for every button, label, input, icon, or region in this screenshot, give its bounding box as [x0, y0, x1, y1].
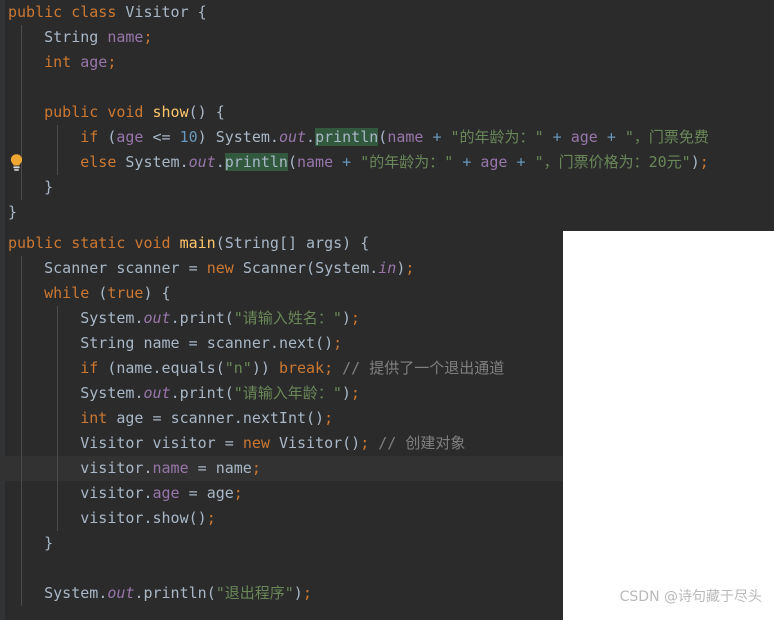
code-editor-panel-top[interactable]: public class Visitor { String name; int …	[0, 0, 774, 231]
code-line[interactable]	[0, 556, 563, 581]
code-line[interactable]	[0, 75, 774, 100]
code-line[interactable]: else System.out.println(name + "的年龄为：" +…	[0, 150, 774, 175]
code-line[interactable]: visitor.show();	[0, 506, 563, 531]
code-line[interactable]: int age = scanner.nextInt();	[0, 406, 563, 431]
code-line[interactable]: String name = scanner.next();	[0, 331, 563, 356]
code-editor-panel-bottom[interactable]: public static void main(String[] args) {…	[0, 231, 563, 620]
code-line[interactable]: System.out.println("退出程序");	[0, 581, 563, 606]
code-line[interactable]: if (age <= 10) System.out.println(name +…	[0, 125, 774, 150]
code-line[interactable]: if (name.equals("n")) break; // 提供了一个退出通…	[0, 356, 563, 381]
code-line[interactable]: System.out.print("请输入年龄：");	[0, 381, 563, 406]
code-line[interactable]: int age;	[0, 50, 774, 75]
code-line[interactable]: }	[0, 175, 774, 200]
code-line[interactable]: }	[0, 531, 563, 556]
code-line[interactable]: String name;	[0, 25, 774, 50]
code-line[interactable]: Visitor visitor = new Visitor(); // 创建对象	[0, 431, 563, 456]
code-line[interactable]: while (true) {	[0, 281, 563, 306]
code-content-top[interactable]: public class Visitor { String name; int …	[0, 0, 774, 225]
code-line[interactable]: public void show() {	[0, 100, 774, 125]
code-line[interactable]: Scanner scanner = new Scanner(System.in)…	[0, 256, 563, 281]
lightbulb-icon[interactable]	[8, 153, 25, 173]
code-line[interactable]: visitor.age = age;	[0, 481, 563, 506]
code-line[interactable]: }	[0, 200, 774, 225]
code-content-bottom[interactable]: public static void main(String[] args) {…	[0, 231, 563, 606]
code-line-current[interactable]: visitor.name = name;	[0, 456, 563, 481]
code-line[interactable]: public static void main(String[] args) {	[0, 231, 563, 256]
csdn-watermark: CSDN @诗句藏于尽头	[619, 589, 762, 605]
code-line[interactable]: System.out.print("请输入姓名：");	[0, 306, 563, 331]
code-line[interactable]: public class Visitor {	[0, 0, 774, 25]
